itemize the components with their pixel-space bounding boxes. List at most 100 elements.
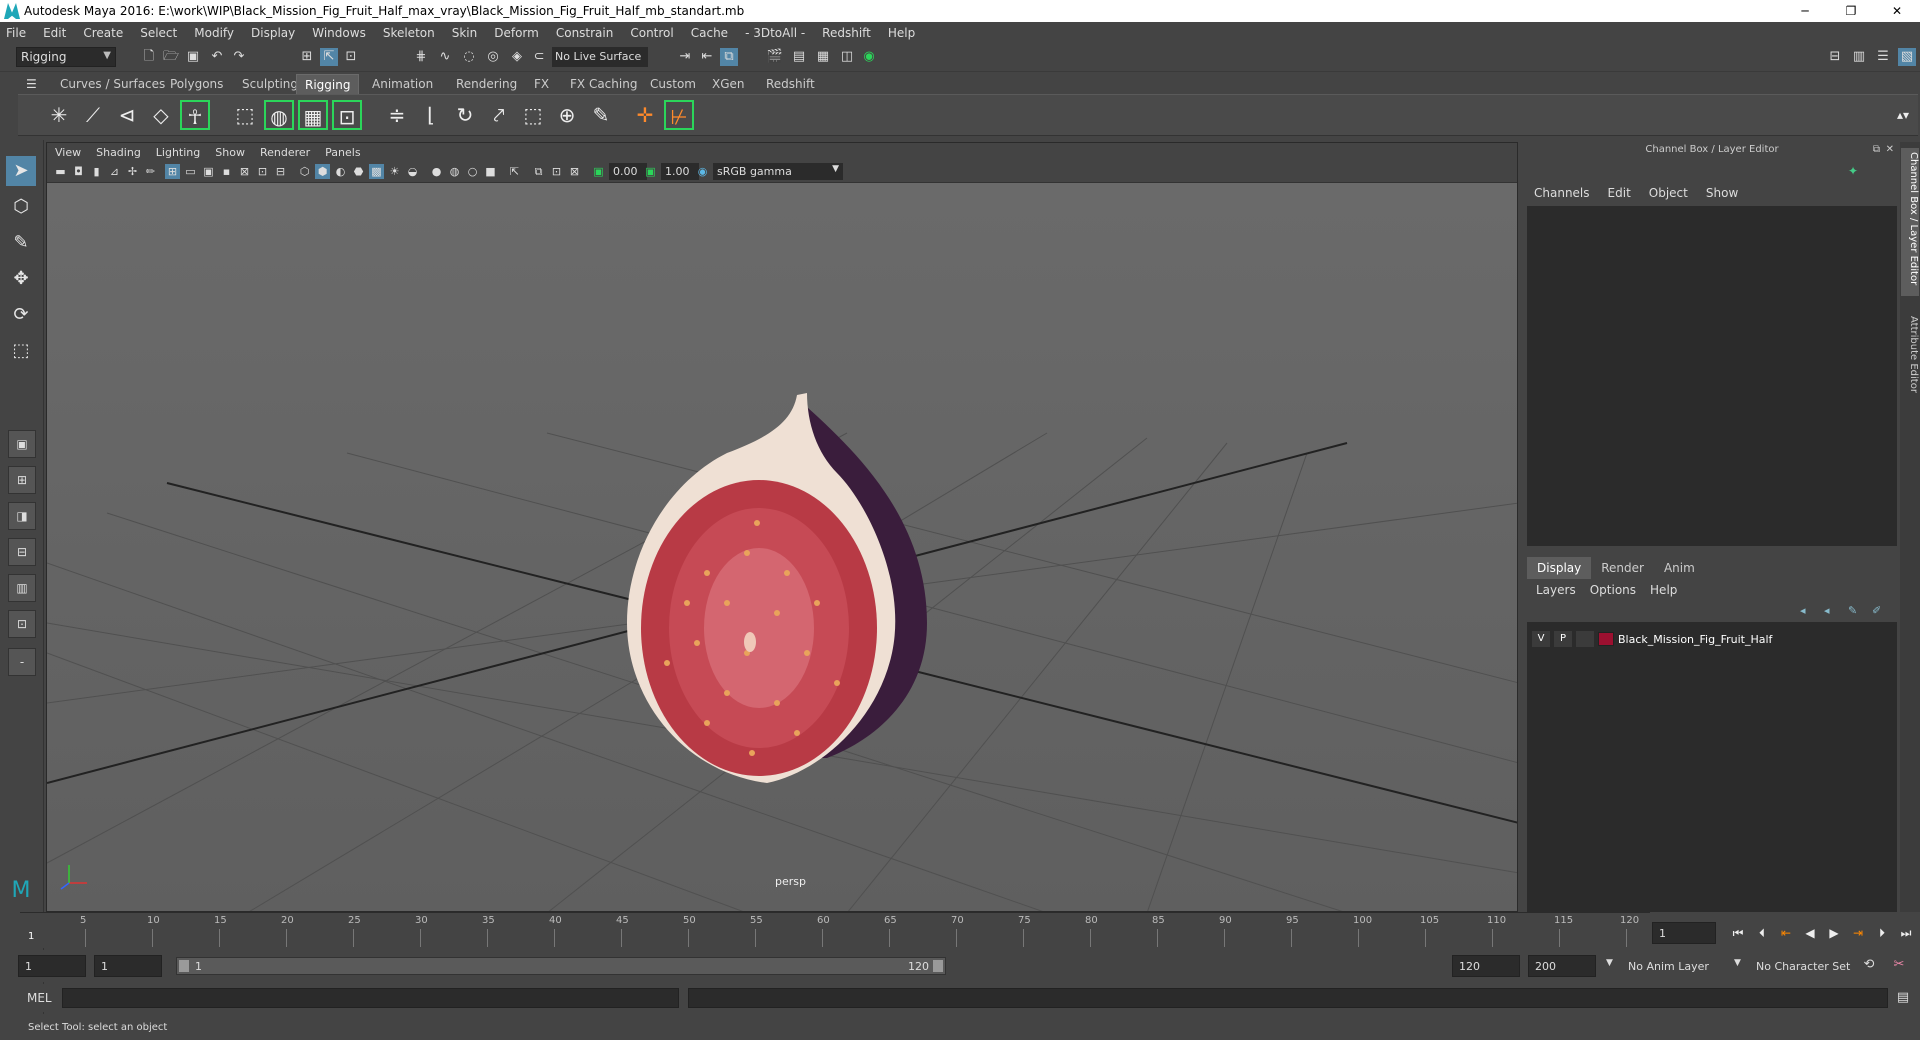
- view-transform-dropdown[interactable]: sRGB gamma ▼: [713, 163, 843, 180]
- snap-surface-icon[interactable]: ◈: [508, 48, 526, 66]
- render-view-icon[interactable]: ◉: [860, 48, 878, 66]
- cb-menu-object[interactable]: Object: [1649, 186, 1688, 200]
- maya-home-icon[interactable]: M: [6, 876, 36, 906]
- viewport-menu-show[interactable]: Show: [215, 146, 245, 159]
- resolution-gate-icon[interactable]: ▣: [201, 164, 216, 179]
- grease-pencil-icon[interactable]: ✏: [143, 164, 158, 179]
- side-tab-channel-box[interactable]: Channel Box / Layer Editor: [1901, 148, 1919, 296]
- close-panel-icon[interactable]: ✕: [1886, 144, 1894, 155]
- viewport-menu-panels[interactable]: Panels: [325, 146, 360, 159]
- menu-help[interactable]: Help: [888, 26, 915, 40]
- menu-redshift[interactable]: Redshift: [822, 26, 871, 40]
- play-backwards-icon[interactable]: ◀: [1800, 924, 1820, 942]
- exposure-field[interactable]: 0.00: [609, 163, 647, 180]
- hypershade-layout-icon[interactable]: ▥: [8, 574, 36, 602]
- anti-aliasing-icon[interactable]: ○: [465, 164, 480, 179]
- open-scene-icon[interactable]: 🗁: [162, 48, 180, 66]
- isolate-select-icon[interactable]: ⇱: [507, 164, 522, 179]
- bookmark-icon[interactable]: ▮: [89, 164, 104, 179]
- step-forward-icon[interactable]: ⏵: [1872, 924, 1892, 942]
- new-layer-from-selection-icon[interactable]: ✐: [1872, 604, 1881, 617]
- live-surface-field[interactable]: No Live Surface: [552, 47, 648, 67]
- snap-grid-icon[interactable]: ⋕: [412, 48, 430, 66]
- 2d-pan-zoom-icon[interactable]: ✢: [125, 164, 140, 179]
- new-empty-layer-icon[interactable]: ✎: [1848, 604, 1857, 617]
- scale-tool-icon[interactable]: ⬚: [6, 336, 36, 366]
- shelf-menu-icon[interactable]: ☰: [18, 74, 45, 94]
- range-start-handle[interactable]: [179, 960, 189, 972]
- playback-start-field[interactable]: 1: [94, 955, 162, 977]
- wireframe-icon[interactable]: ⬡: [297, 164, 312, 179]
- animation-preferences-icon[interactable]: ✂: [1890, 956, 1908, 974]
- viewport-panel[interactable]: View Shading Lighting Show Renderer Pane…: [46, 142, 1518, 912]
- close-button[interactable]: ✕: [1874, 0, 1920, 22]
- time-slider[interactable]: 1 5 10 15 20 25 30 35 40 45 50 55 60 65 …: [20, 912, 1650, 948]
- shelf-tab-fx-caching[interactable]: FX Caching: [562, 74, 645, 94]
- step-forward-key-icon[interactable]: ⇥: [1848, 924, 1868, 942]
- lasso-tool-icon[interactable]: ⬡: [6, 192, 36, 222]
- minimize-button[interactable]: ─: [1782, 0, 1828, 22]
- cb-menu-show[interactable]: Show: [1706, 186, 1738, 200]
- script-editor-icon[interactable]: ▤: [1894, 989, 1912, 1007]
- menu-edit[interactable]: Edit: [43, 26, 66, 40]
- channel-list[interactable]: [1527, 206, 1897, 546]
- menu-create[interactable]: Create: [83, 26, 123, 40]
- shelf-tab-custom[interactable]: Custom: [642, 74, 704, 94]
- construction-history-icon[interactable]: ⧉: [720, 48, 738, 66]
- channel-box-toggle-icon[interactable]: ▧: [1898, 48, 1916, 66]
- render-frame-icon[interactable]: 🎬: [766, 48, 784, 66]
- camera-attributes-icon[interactable]: ◘: [71, 164, 86, 179]
- auto-key-icon[interactable]: ⟲: [1860, 956, 1878, 974]
- safe-action-icon[interactable]: ⊡: [255, 164, 270, 179]
- color-management-icon[interactable]: ◉: [695, 164, 710, 179]
- menu-modify[interactable]: Modify: [194, 26, 234, 40]
- field-chart-icon[interactable]: ⊠: [237, 164, 252, 179]
- shelf-tab-curves-surfaces[interactable]: Curves / Surfaces: [52, 74, 173, 94]
- float-panel-icon[interactable]: ⧉: [1873, 144, 1880, 155]
- snap-point-icon[interactable]: ◌: [460, 48, 478, 66]
- shelf-tab-polygons[interactable]: Polygons: [162, 74, 231, 94]
- exposure-icon[interactable]: ▣: [591, 164, 606, 179]
- viewport-menu-view[interactable]: View: [55, 146, 81, 159]
- modeling-toolkit-icon[interactable]: ⊟: [1826, 48, 1844, 66]
- shelf-tab-animation[interactable]: Animation: [364, 74, 441, 94]
- shadows-icon[interactable]: ◒: [405, 164, 420, 179]
- mirror-joints-icon[interactable]: ◇: [146, 100, 176, 130]
- depth-of-field-icon[interactable]: ■: [483, 164, 498, 179]
- hypershade-icon[interactable]: ◫: [838, 48, 856, 66]
- pole-vector-icon[interactable]: ⊕: [552, 100, 582, 130]
- persp-outliner-layout-icon[interactable]: ◨: [8, 502, 36, 530]
- grid-toggle-icon[interactable]: ⊞: [165, 164, 180, 179]
- collapse-layouts-icon[interactable]: -: [8, 648, 36, 676]
- cb-menu-edit[interactable]: Edit: [1608, 186, 1631, 200]
- layer-tab-display[interactable]: Display: [1527, 557, 1592, 579]
- go-to-start-icon[interactable]: ⏮: [1728, 924, 1748, 942]
- tool-settings-toggle-icon[interactable]: ☰: [1874, 48, 1892, 66]
- film-gate-icon[interactable]: ▭: [183, 164, 198, 179]
- step-back-icon[interactable]: ⏴: [1752, 924, 1772, 942]
- custom-rig-icon[interactable]: ⊬: [664, 100, 694, 130]
- xray-icon[interactable]: ⧉: [531, 164, 546, 179]
- image-plane-icon[interactable]: ⊿: [107, 164, 122, 179]
- move-layer-up-icon[interactable]: ◂: [1800, 604, 1806, 617]
- locator-icon[interactable]: ✛: [630, 100, 660, 130]
- menu-windows[interactable]: Windows: [312, 26, 366, 40]
- command-input[interactable]: [62, 988, 679, 1008]
- gamma-icon[interactable]: ▣: [643, 164, 658, 179]
- viewport-menu-shading[interactable]: Shading: [96, 146, 141, 159]
- persp-graph-layout-icon[interactable]: ⊟: [8, 538, 36, 566]
- play-forwards-icon[interactable]: ▶: [1824, 924, 1844, 942]
- le-menu-help[interactable]: Help: [1650, 583, 1677, 597]
- orient-constraint-icon[interactable]: ↻: [450, 100, 480, 130]
- ipr-render-icon[interactable]: ▤: [790, 48, 808, 66]
- layer-name[interactable]: Black_Mission_Fig_Fruit_Half: [1618, 633, 1772, 646]
- undo-icon[interactable]: ↶: [208, 48, 226, 66]
- viewport-menu-lighting[interactable]: Lighting: [156, 146, 200, 159]
- le-menu-layers[interactable]: Layers: [1536, 583, 1576, 597]
- four-view-layout-icon[interactable]: ⊞: [8, 466, 36, 494]
- default-material-icon[interactable]: ◐: [333, 164, 348, 179]
- select-object-icon[interactable]: ⇱: [320, 48, 338, 66]
- menu-display[interactable]: Display: [251, 26, 295, 40]
- xray-active-icon[interactable]: ⊡: [549, 164, 564, 179]
- step-back-key-icon[interactable]: ⇤: [1776, 924, 1796, 942]
